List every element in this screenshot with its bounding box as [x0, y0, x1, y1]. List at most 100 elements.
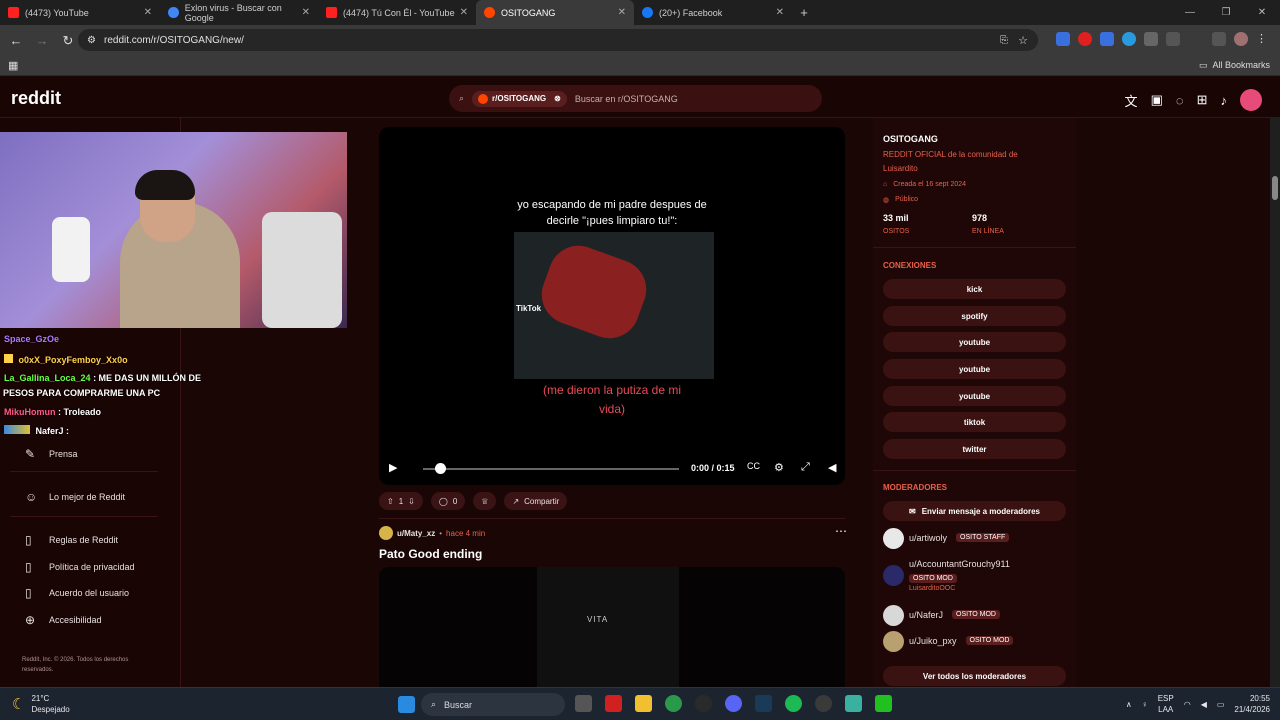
close-window-icon[interactable]: ✕ — [1244, 0, 1280, 25]
more-options-icon[interactable]: ⋯ — [835, 524, 847, 538]
extension-icon[interactable] — [1122, 32, 1136, 46]
connection-spotify[interactable]: spotify — [883, 306, 1066, 326]
minimize-icon[interactable]: — — [1172, 0, 1208, 25]
moderator-item[interactable]: u/artiwoly OSITO STAFF — [883, 528, 1010, 549]
tab-youtube-2[interactable]: (4474) Tú Con Él - YouTube ✕ — [318, 0, 476, 25]
close-icon[interactable]: ✕ — [460, 7, 468, 18]
puzzle-icon[interactable] — [1166, 32, 1180, 46]
sidebar-item-rules[interactable]: ▯ Reglas de Reddit — [25, 534, 118, 546]
connection-youtube[interactable]: youtube — [883, 332, 1066, 352]
profile-icon[interactable] — [1234, 32, 1248, 46]
menu-icon[interactable]: ⋮ — [1256, 32, 1270, 46]
post-title[interactable]: Pato Good ending — [379, 547, 482, 561]
scrollbar-thumb[interactable] — [1272, 176, 1278, 200]
url-field[interactable]: ⚙ reddit.com/r/OSITOGANG/new/ ⎘ ☆ — [78, 29, 1038, 51]
speaker-icon[interactable]: ◀ — [1201, 699, 1207, 710]
tab-facebook[interactable]: (20+) Facebook ✕ — [634, 0, 792, 25]
restore-icon[interactable]: ❐ — [1208, 0, 1244, 25]
reddit-logo[interactable]: reddit — [11, 88, 61, 109]
close-icon[interactable]: ✕ — [618, 7, 626, 18]
sidebar-item-accessibility[interactable]: ⊕ Accesibilidad — [25, 614, 102, 626]
steam-icon[interactable] — [755, 695, 772, 712]
obs-icon[interactable] — [815, 695, 832, 712]
extension-icon[interactable] — [1078, 32, 1092, 46]
chat-icon[interactable]: ◌ — [1176, 93, 1184, 108]
app-icon[interactable] — [845, 695, 862, 712]
upvote-icon[interactable]: ⇧ — [387, 497, 394, 506]
install-icon[interactable]: ⎘ — [1000, 35, 1008, 46]
task-view-icon[interactable] — [575, 695, 592, 712]
battery-icon[interactable]: ▭ — [1217, 699, 1225, 710]
close-icon[interactable]: ✕ — [302, 7, 310, 18]
bookmark-star-icon[interactable]: ☆ — [1018, 34, 1028, 47]
close-icon[interactable]: ✕ — [776, 7, 784, 18]
downvote-icon[interactable]: ⇩ — [408, 497, 415, 506]
connection-youtube[interactable]: youtube — [883, 359, 1066, 379]
connection-kick[interactable]: kick — [883, 279, 1066, 299]
wifi-icon[interactable]: ◠ — [1184, 699, 1191, 710]
clock[interactable]: 20:55 21/4/2026 — [1234, 693, 1270, 715]
media-icon[interactable] — [1212, 32, 1226, 46]
view-all-mods-button[interactable]: Ver todos los moderadores — [883, 666, 1066, 686]
fullscreen-icon[interactable]: ⤢ — [801, 461, 810, 474]
page-scrollbar[interactable] — [1270, 118, 1280, 687]
app-icon[interactable] — [875, 695, 892, 712]
taskbar-search[interactable]: ⌕ Buscar — [421, 693, 565, 716]
notifications-icon[interactable]: ♪ — [1221, 93, 1228, 108]
clear-icon[interactable]: ⊗ — [554, 94, 561, 103]
sidebar-item-user-agreement[interactable]: ▯ Acuerdo del usuario — [25, 587, 129, 599]
settings-icon[interactable]: ⚙ — [774, 461, 784, 474]
moderator-item[interactable]: u/AccountantGrouchy911 OSITO MOD Luisard… — [883, 559, 1010, 592]
chevron-up-icon[interactable]: ∧ — [1126, 699, 1132, 710]
connection-tiktok[interactable]: tiktok — [883, 412, 1066, 432]
forward-icon[interactable]: → — [30, 29, 54, 53]
apps-icon[interactable]: ▦ — [8, 59, 18, 72]
language-indicator[interactable]: ESP LAA — [1158, 693, 1174, 715]
weather-widget[interactable]: ☾ 21°C Despejado — [12, 693, 70, 715]
tab-youtube-1[interactable]: (4473) YouTube ✕ — [0, 0, 160, 25]
translate-icon[interactable]: 文 — [1125, 91, 1138, 110]
all-bookmarks[interactable]: ▭ All Bookmarks — [1199, 60, 1270, 71]
windows-start-icon[interactable] — [398, 696, 415, 713]
video-player-2[interactable]: VITA — [379, 567, 845, 687]
reload-icon[interactable]: ↻ — [56, 29, 80, 53]
play-icon[interactable]: ▶ — [389, 461, 397, 474]
sidebar-item-press[interactable]: ✎ Prensa — [25, 448, 78, 460]
create-post-icon[interactable]: ⊞ — [1197, 92, 1208, 108]
captions-icon[interactable]: CC — [747, 461, 760, 471]
sidebar-item-best-of[interactable]: ☺ Lo mejor de Reddit — [25, 491, 125, 503]
extension-icon[interactable] — [1056, 32, 1070, 46]
video-player[interactable]: yo escapando de mi padre despues de deci… — [379, 127, 845, 485]
connection-twitter[interactable]: twitter — [883, 439, 1066, 459]
sidebar-item-privacy[interactable]: ▯ Política de privacidad — [25, 561, 135, 573]
message-mods-button[interactable]: ✉ Enviar mensaje a moderadores — [883, 501, 1066, 521]
avatar[interactable] — [1240, 89, 1262, 111]
app-icon[interactable] — [695, 695, 712, 712]
extension-icon[interactable] — [1100, 32, 1114, 46]
avatar[interactable] — [379, 526, 393, 540]
connection-youtube[interactable]: youtube — [883, 386, 1066, 406]
microphone-icon[interactable]: ♀ — [1142, 699, 1148, 710]
chrome-icon[interactable] — [665, 695, 682, 712]
award-button[interactable]: ♕ — [473, 492, 497, 510]
tab-ositogang[interactable]: OSITOGANG ✕ — [476, 0, 634, 25]
moderator-item[interactable]: u/NaferJ OSITO MOD — [883, 605, 1000, 626]
progress-track[interactable] — [423, 468, 679, 470]
tab-google[interactable]: Exlon virus - Buscar con Google ✕ — [160, 0, 318, 25]
volume-icon[interactable]: ◀ — [828, 461, 836, 474]
share-button[interactable]: ↗ Compartir — [504, 492, 568, 510]
search-bar[interactable]: ⌕ r/OSITOGANG ⊗ Buscar en r/OSITOGANG — [449, 85, 822, 112]
advertise-icon[interactable]: ▣ — [1151, 92, 1163, 108]
vote-button[interactable]: ⇧ 1 ⇩ — [379, 492, 423, 510]
community-chip[interactable]: r/OSITOGANG ⊗ — [472, 90, 567, 107]
close-icon[interactable]: ✕ — [144, 7, 152, 18]
file-explorer-icon[interactable] — [635, 695, 652, 712]
post-author[interactable]: u/Maty_xz — [397, 529, 435, 538]
moderator-item[interactable]: u/Juiko_pxy OSITO MOD — [883, 631, 1014, 652]
site-info-icon[interactable]: ⚙ — [87, 35, 96, 46]
comments-button[interactable]: ◯ 0 — [430, 492, 466, 510]
extension-icon[interactable] — [1144, 32, 1158, 46]
progress-thumb[interactable] — [435, 463, 446, 474]
discord-icon[interactable] — [725, 695, 742, 712]
new-tab-button[interactable]: + — [792, 0, 816, 25]
